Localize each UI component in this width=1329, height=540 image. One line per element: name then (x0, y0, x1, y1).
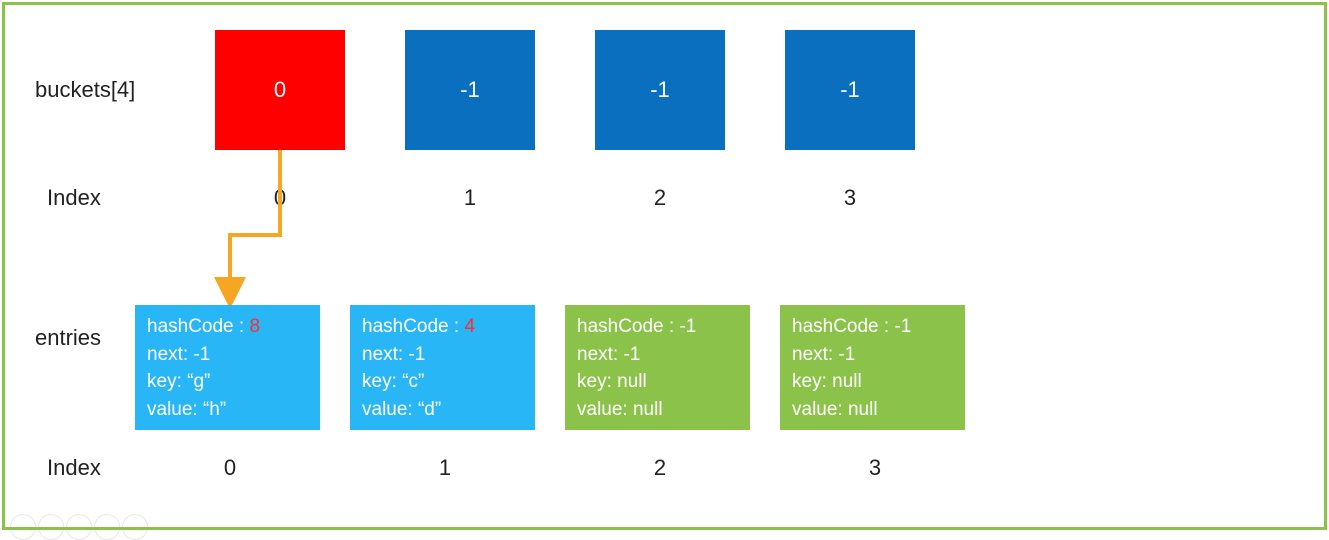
entry-index-1: 1 (425, 455, 465, 481)
entry-index-0: 0 (210, 455, 250, 481)
bucket-value: -1 (840, 77, 860, 103)
entry-next: next: -1 (362, 341, 523, 369)
bucket-value: -1 (650, 77, 670, 103)
index-label-bottom: Index (47, 455, 101, 481)
ghost-icon (38, 514, 64, 540)
index-label-top: Index (47, 185, 101, 211)
entry-key: key: null (792, 368, 953, 396)
ghost-icon (10, 514, 36, 540)
entry-value: value: “d” (362, 396, 523, 424)
entry-key: key: “g” (147, 368, 308, 396)
ghost-toolbar (10, 514, 148, 540)
bucket-3: -1 (785, 30, 915, 150)
entry-hash: hashCode : -1 (792, 313, 953, 341)
entry-index-3: 3 (855, 455, 895, 481)
bucket-index-0: 0 (260, 185, 300, 211)
entry-0: hashCode : 8 next: -1 key: “g” value: “h… (135, 305, 320, 430)
entry-index-2: 2 (640, 455, 680, 481)
entry-value: value: “h” (147, 396, 308, 424)
entry-hash: hashCode : 8 (147, 313, 308, 341)
entry-hash: hashCode : 4 (362, 313, 523, 341)
ghost-icon (122, 514, 148, 540)
bucket-0: 0 (215, 30, 345, 150)
entries-label: entries (35, 325, 101, 351)
bucket-2: -1 (595, 30, 725, 150)
diagram-frame: buckets[4] Index entries Index 0 -1 -1 -… (2, 2, 1327, 530)
bucket-value: -1 (460, 77, 480, 103)
bucket-1: -1 (405, 30, 535, 150)
entry-key: key: “c” (362, 368, 523, 396)
entry-key: key: null (577, 368, 738, 396)
ghost-icon (66, 514, 92, 540)
bucket-index-1: 1 (450, 185, 490, 211)
bucket-index-2: 2 (640, 185, 680, 211)
bucket-value: 0 (274, 77, 286, 103)
entry-3: hashCode : -1 next: -1 key: null value: … (780, 305, 965, 430)
entry-1: hashCode : 4 next: -1 key: “c” value: “d… (350, 305, 535, 430)
entry-value: value: null (577, 396, 738, 424)
entry-2: hashCode : -1 next: -1 key: null value: … (565, 305, 750, 430)
buckets-label: buckets[4] (35, 77, 135, 103)
entry-next: next: -1 (577, 341, 738, 369)
entry-value: value: null (792, 396, 953, 424)
entry-next: next: -1 (147, 341, 308, 369)
ghost-icon (94, 514, 120, 540)
entry-next: next: -1 (792, 341, 953, 369)
bucket-index-3: 3 (830, 185, 870, 211)
entry-hash: hashCode : -1 (577, 313, 738, 341)
